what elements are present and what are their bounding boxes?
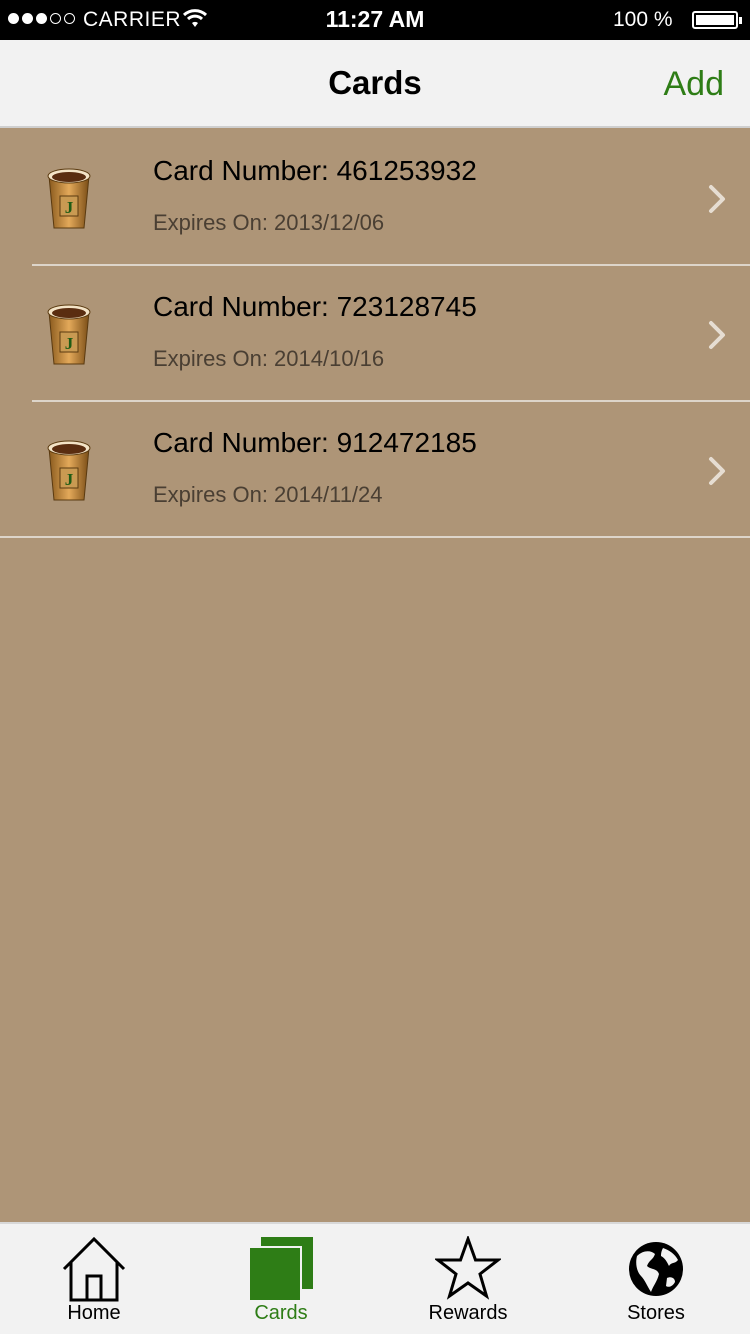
tab-label: Stores — [627, 1302, 685, 1324]
cards-icon — [248, 1237, 313, 1302]
home-icon — [62, 1236, 126, 1302]
svg-text:J: J — [65, 334, 74, 353]
tab-label: Cards — [254, 1302, 308, 1324]
coffee-cup-icon: J — [47, 440, 91, 501]
card-expiry: Expires On: 2014/10/16 — [153, 346, 385, 371]
coffee-cup-icon: J — [47, 304, 91, 365]
card-expiry: Expires On: 2013/12/06 — [153, 210, 385, 235]
svg-text:J: J — [65, 470, 74, 489]
chevron-right-icon — [709, 457, 725, 485]
card-list-item[interactable]: J Card Number: 461253932 Expires On: 201… — [0, 130, 750, 266]
card-list: J Card Number: 461253932 Expires On: 201… — [0, 130, 750, 538]
tab-label: Home — [67, 1302, 121, 1324]
chevron-right-icon — [709, 185, 725, 213]
card-number: Card Number: 461253932 — [153, 155, 477, 186]
card-expiry: Expires On: 2014/11/24 — [153, 482, 383, 507]
star-icon — [435, 1236, 501, 1300]
globe-icon — [629, 1242, 683, 1296]
tab-rewards[interactable]: Rewards — [388, 1224, 548, 1334]
coffee-cup-icon: J — [47, 168, 91, 229]
battery-percentage: 100 % — [613, 8, 673, 31]
card-list-item[interactable]: J Card Number: 912472185 Expires On: 201… — [0, 402, 750, 538]
card-list-item[interactable]: J Card Number: 723128745 Expires On: 201… — [0, 266, 750, 402]
row-divider — [0, 536, 750, 538]
tab-home[interactable]: Home — [14, 1224, 174, 1334]
tab-stores[interactable]: Stores — [576, 1224, 736, 1334]
tab-label: Rewards — [428, 1302, 508, 1324]
battery-icon — [692, 11, 742, 29]
navigation-bar: Cards Add — [0, 40, 750, 128]
chevron-right-icon — [709, 321, 725, 349]
add-card-button[interactable]: Add — [664, 65, 725, 104]
page-title: Cards — [328, 64, 422, 101]
status-bar: CARRIER 11:27 AM 100 % — [0, 0, 750, 40]
card-number: Card Number: 723128745 — [153, 291, 477, 322]
card-number: Card Number: 912472185 — [153, 427, 477, 458]
svg-text:J: J — [65, 198, 74, 217]
tab-bar: Home Cards Rewards Stores — [0, 1222, 750, 1334]
tab-cards[interactable]: Cards — [201, 1224, 361, 1334]
